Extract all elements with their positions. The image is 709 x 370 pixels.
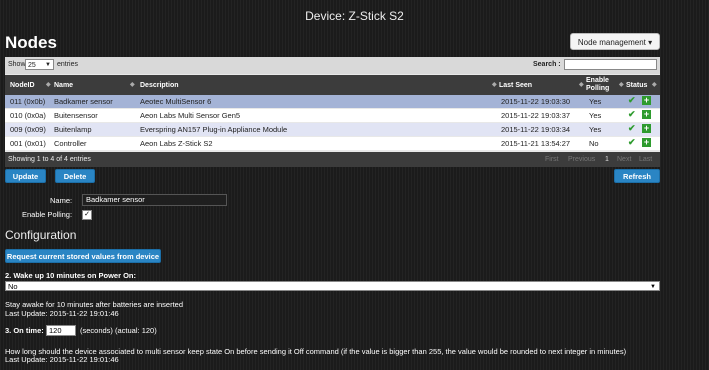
table-header: NodeID ◆ Name ◆ Description ◆ Last Seen … <box>5 75 660 95</box>
sort-icon: ◆ <box>652 82 657 88</box>
check-icon: ✔ <box>628 109 636 119</box>
page-size-value: 25 <box>28 62 36 69</box>
pager-page-1[interactable]: 1 <box>605 156 609 163</box>
check-icon: ✔ <box>628 123 636 133</box>
cell-polling: Yes <box>589 125 602 134</box>
refresh-button[interactable]: Refresh <box>614 169 660 183</box>
chevron-down-icon: ▼ <box>45 62 51 68</box>
table-info: Showing 1 to 4 of 4 entries <box>8 156 91 163</box>
param2-title: 2. Wake up 10 minutes on Power On: <box>5 271 136 280</box>
name-label: Name: <box>50 196 73 205</box>
plus-icon[interactable]: + <box>642 138 651 147</box>
param2-last-update: Last Update: 2015-11-22 19:01:46 <box>5 309 119 318</box>
request-values-button[interactable]: Request current stored values from devic… <box>5 249 161 263</box>
show-label: Show <box>8 61 26 68</box>
page-size-select[interactable]: 25 ▼ <box>25 59 54 70</box>
sort-icon: ◆ <box>619 82 624 88</box>
cell-polling: Yes <box>589 111 602 120</box>
param3-input[interactable]: 120 <box>46 325 76 336</box>
param2-description: Stay awake for 10 minutes after batterie… <box>5 300 184 309</box>
cell-last-seen: 2015-11-22 19:03:30 <box>501 97 571 106</box>
column-description[interactable]: Description <box>140 75 179 95</box>
plus-icon[interactable]: + <box>642 110 651 119</box>
column-last-seen-label: Last Seen <box>499 81 533 89</box>
update-button[interactable]: Update <box>5 169 46 183</box>
table-footer: Showing 1 to 4 of 4 entries First Previo… <box>5 152 660 167</box>
pager-last[interactable]: Last <box>639 156 652 163</box>
nodes-heading: Nodes <box>5 33 57 52</box>
cell-nodeid: 010 (0x0a) <box>10 111 46 120</box>
cell-description: Aeon Labs Multi Sensor Gen5 <box>140 111 241 120</box>
sort-icon: ◆ <box>492 82 497 88</box>
cell-description: Aeon Labs Z-Stick S2 <box>140 139 213 148</box>
param3-label: 3. On time: <box>5 326 44 335</box>
table-row[interactable]: 011 (0x0b) Badkamer sensor Aeotec MultiS… <box>5 95 660 108</box>
column-last-seen[interactable]: Last Seen <box>499 75 532 95</box>
chevron-down-icon: ▼ <box>650 284 656 290</box>
column-status-label: Status <box>626 81 648 89</box>
cell-description: Everspring AN157 Plug-in Appliance Modul… <box>140 125 288 134</box>
sort-icon: ◆ <box>579 82 584 88</box>
cell-polling: Yes <box>589 97 602 106</box>
column-nodeid-label: NodeID <box>10 81 35 89</box>
entries-label: entries <box>57 61 79 68</box>
table-row[interactable]: 001 (0x01) Controller Aeon Labs Z-Stick … <box>5 137 660 150</box>
cell-nodeid: 009 (0x09) <box>10 125 46 134</box>
name-input[interactable]: Badkamer sensor <box>82 194 227 206</box>
check-icon: ✔ <box>628 137 636 147</box>
cell-description: Aeotec MultiSensor 6 <box>140 97 212 106</box>
device-title: Device: Z-Stick S2 <box>305 9 404 23</box>
pager-first[interactable]: First <box>545 156 559 163</box>
cell-name: Controller <box>54 139 87 148</box>
search-label: Search : <box>533 61 561 68</box>
delete-button[interactable]: Delete <box>55 169 95 183</box>
plus-icon[interactable]: + <box>642 96 651 105</box>
search-input[interactable] <box>564 59 657 70</box>
check-icon: ✔ <box>628 95 636 105</box>
pager-previous[interactable]: Previous <box>568 156 595 163</box>
cell-nodeid: 001 (0x01) <box>10 139 46 148</box>
node-management-dropdown[interactable]: Node management ▾ <box>570 33 660 50</box>
nodes-table: Show 25 ▼ entries Search : NodeID ◆ Name… <box>5 57 660 167</box>
column-nodeid[interactable]: NodeID <box>10 75 35 95</box>
configuration-heading: Configuration <box>5 228 77 242</box>
pager-next[interactable]: Next <box>617 156 631 163</box>
cell-name: Buitenlamp <box>54 125 92 134</box>
sort-icon: ◆ <box>130 82 135 88</box>
sort-icon: ◆ <box>46 82 51 88</box>
cell-last-seen: 2015-11-22 19:03:37 <box>501 111 571 120</box>
column-name[interactable]: Name <box>54 75 73 95</box>
cell-name: Badkamer sensor <box>54 97 113 106</box>
cell-polling: No <box>589 139 599 148</box>
param3-suffix: (seconds) (actual: 120) <box>80 326 157 335</box>
column-enable-polling-label: Enable Polling <box>586 77 610 92</box>
cell-nodeid: 011 (0x0b) <box>10 97 46 106</box>
cell-last-seen: 2015-11-21 13:54:27 <box>501 139 571 148</box>
column-status[interactable]: Status <box>626 75 647 95</box>
table-toolbar: Show 25 ▼ entries Search : <box>5 57 660 74</box>
column-enable-polling[interactable]: Enable Polling <box>586 75 618 95</box>
table-row[interactable]: 010 (0x0a) Buitensensor Aeon Labs Multi … <box>5 109 660 122</box>
plus-icon[interactable]: + <box>642 124 651 133</box>
cell-last-seen: 2015-11-22 19:03:34 <box>501 125 571 134</box>
param2-select[interactable]: No ▼ <box>5 281 660 291</box>
param2-value: No <box>8 282 18 291</box>
polling-label: Enable Polling: <box>22 210 73 219</box>
polling-checkbox[interactable]: ✓ <box>82 210 92 220</box>
cell-name: Buitensensor <box>54 111 98 120</box>
column-description-label: Description <box>140 81 179 89</box>
column-name-label: Name <box>54 81 74 89</box>
param3-last-update: Last Update: 2015-11-22 19:01:46 <box>5 355 119 364</box>
table-row[interactable]: 009 (0x09) Buitenlamp Everspring AN157 P… <box>5 123 660 136</box>
